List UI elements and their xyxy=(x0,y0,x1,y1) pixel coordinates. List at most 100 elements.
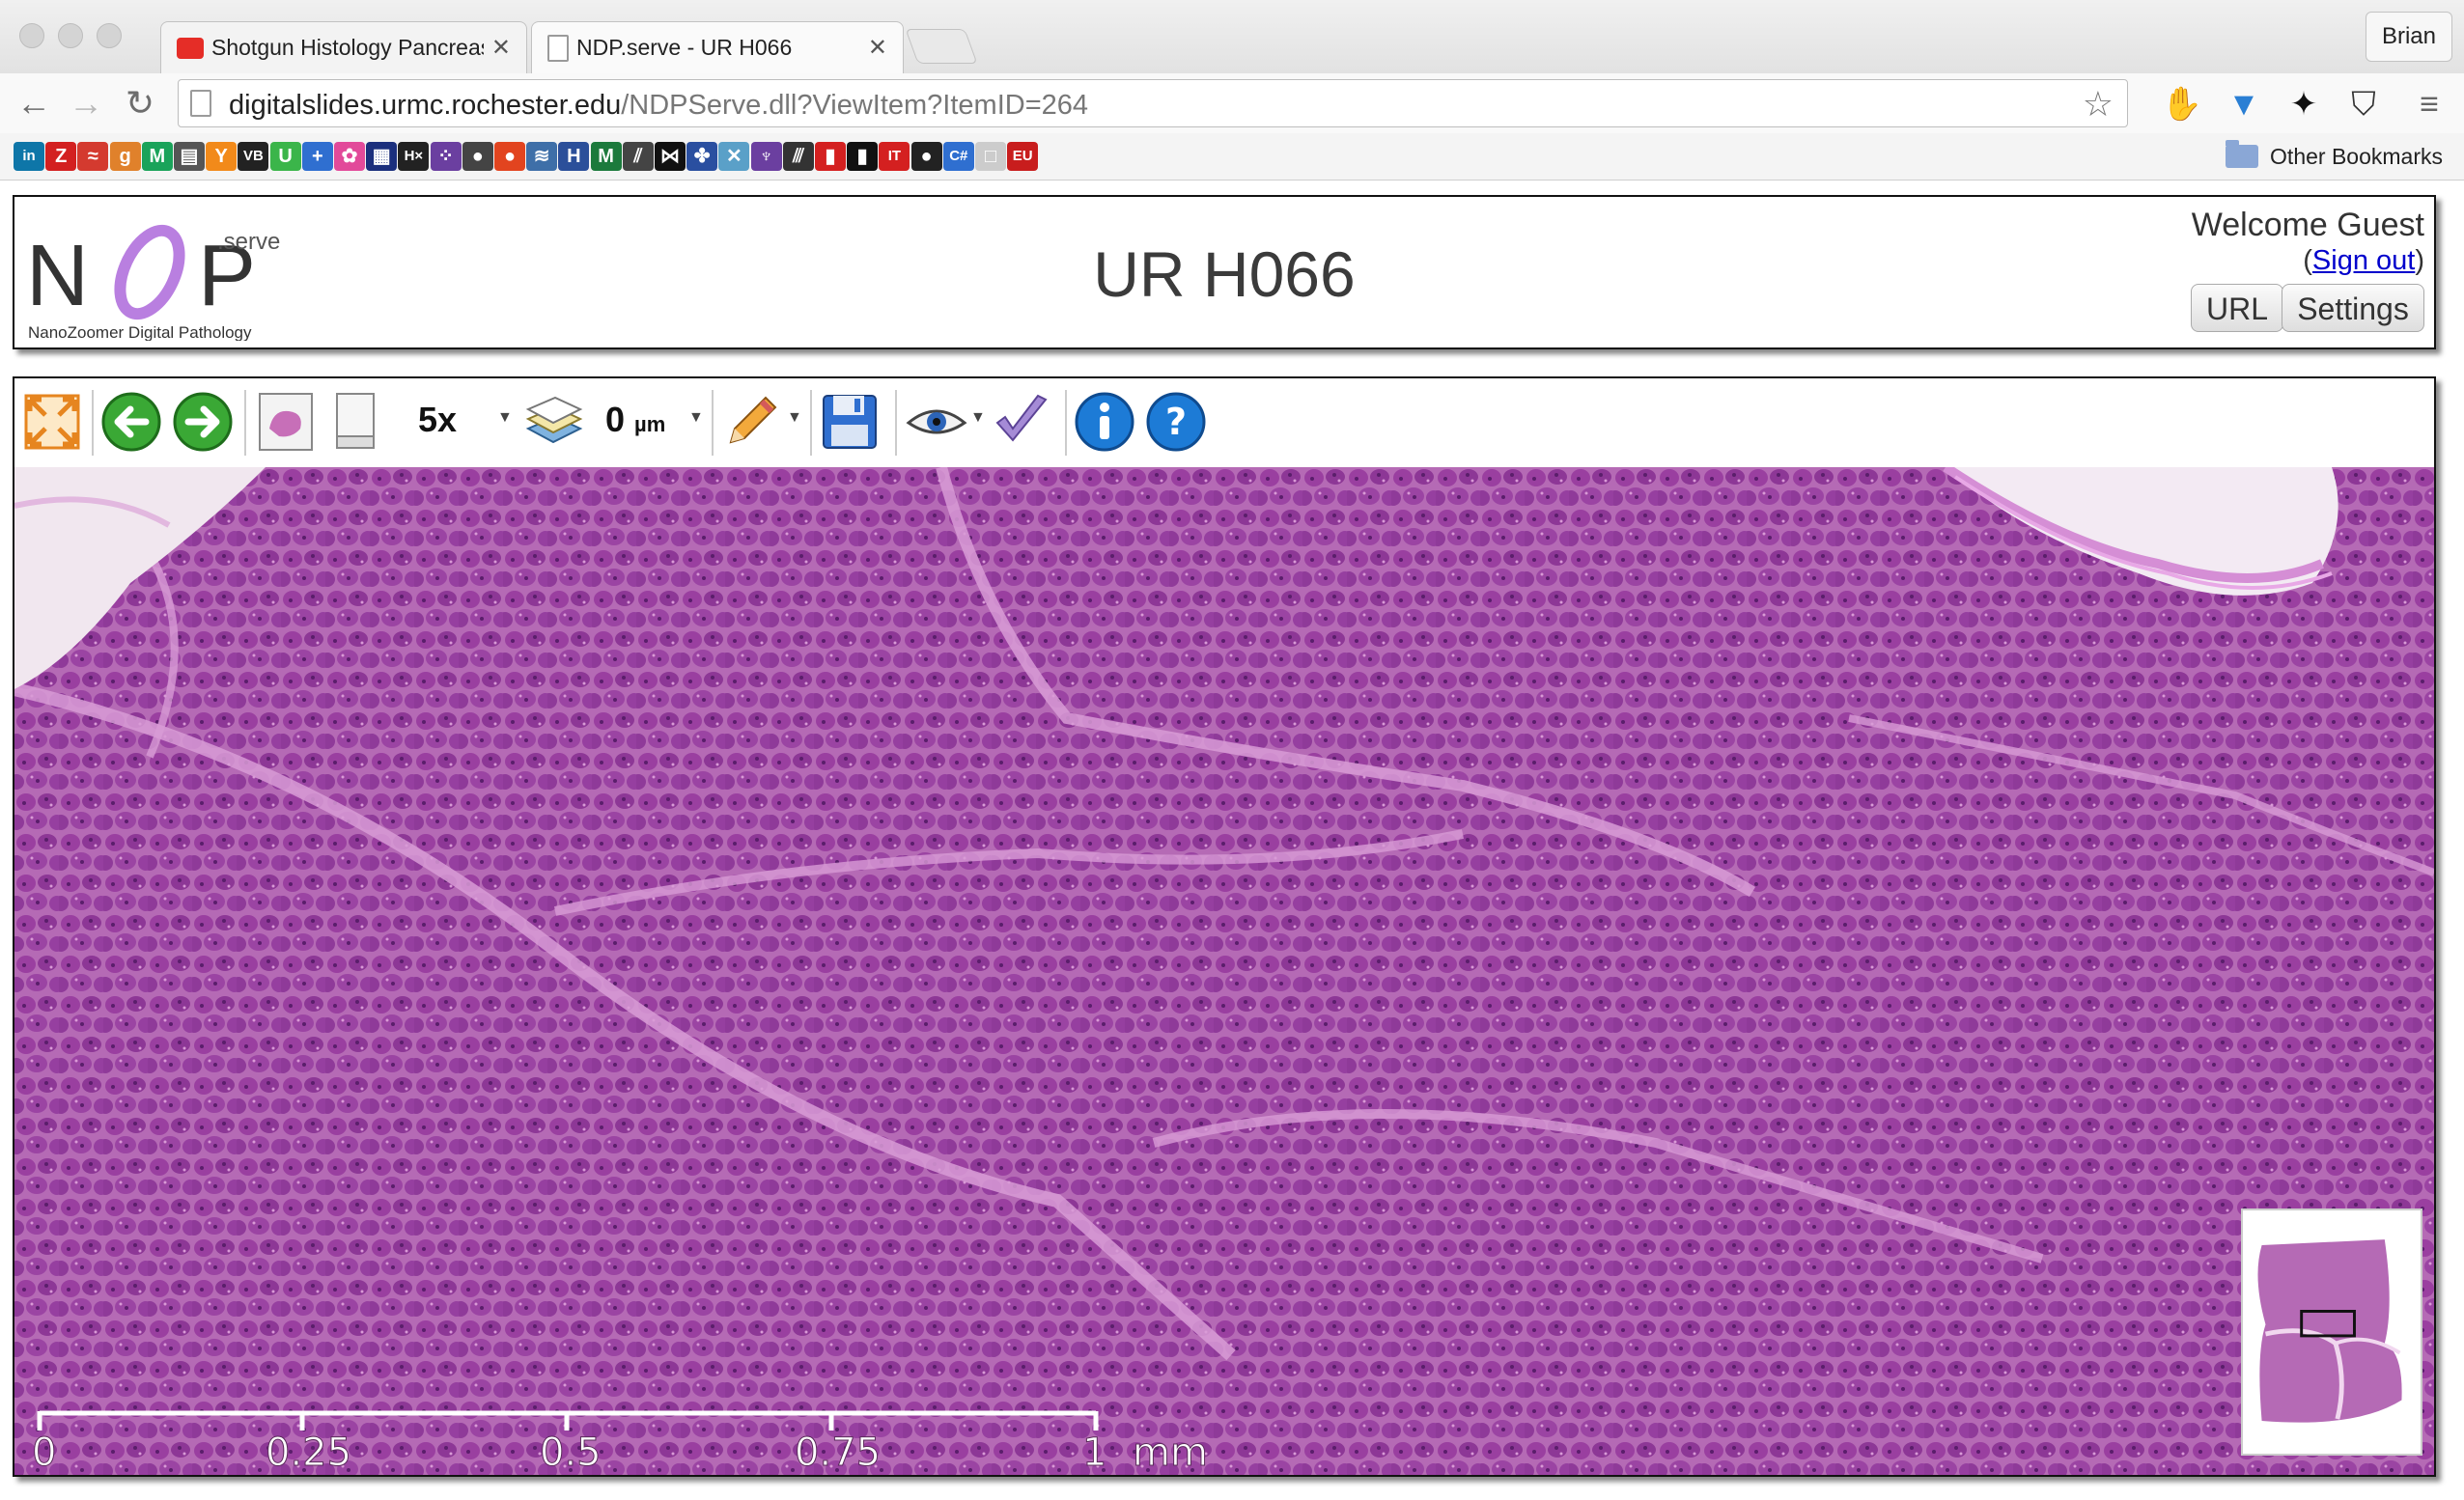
pocket-icon[interactable]: ⛉ xyxy=(2342,83,2385,125)
bookmark-favicon[interactable]: C# xyxy=(942,142,974,171)
bookmark-favicon[interactable]: □ xyxy=(975,142,1006,171)
page-header: N P .serve NanoZoomer Digital Pathology … xyxy=(13,195,2436,349)
reload-icon[interactable]: ↻ xyxy=(118,81,162,125)
welcome-text: Welcome Guest xyxy=(2191,207,2424,243)
profile-button[interactable]: Brian xyxy=(2365,12,2452,62)
slide-thumbnail-icon[interactable] xyxy=(254,390,318,454)
bookmark-favicon[interactable]: ≋ xyxy=(526,142,558,171)
toolbar-separator xyxy=(1065,390,1067,456)
scale-label: 0.25 xyxy=(266,1431,351,1475)
page-icon xyxy=(190,90,211,117)
close-window-button[interactable] xyxy=(19,23,44,48)
url-button[interactable]: URL xyxy=(2191,284,2283,332)
forward-arrow-icon[interactable] xyxy=(171,390,235,454)
slide-image[interactable] xyxy=(14,467,2434,1475)
bookmark-favicon[interactable]: H xyxy=(558,142,590,171)
bookmark-favicon[interactable]: ▮ xyxy=(847,142,879,171)
viewer-toolbar: 5x ▼ 0 µm ▼ ▼ ▼ ? xyxy=(14,378,2434,469)
annotation-dropdown-icon[interactable]: ▼ xyxy=(787,409,802,427)
maximize-window-button[interactable] xyxy=(97,23,122,48)
bookmark-favicon[interactable]: IT xyxy=(879,142,910,171)
help-icon[interactable]: ? xyxy=(1144,390,1208,454)
menu-icon[interactable]: ≡ xyxy=(2408,83,2450,125)
scale-unit: mm xyxy=(1133,1431,1208,1475)
bookmark-favicon[interactable]: ✤ xyxy=(686,142,718,171)
bookmark-favicon[interactable]: Y xyxy=(206,142,238,171)
magnification-value[interactable]: 5x xyxy=(418,400,457,440)
settings-button[interactable]: Settings xyxy=(2282,284,2424,332)
bookmark-favicon[interactable]: ⁘ xyxy=(430,142,462,171)
bookmark-favicon[interactable]: Z xyxy=(45,142,77,171)
youtube-icon xyxy=(177,37,204,59)
bookmark-favicon[interactable]: ⫽ xyxy=(622,142,654,171)
overview-navigator[interactable] xyxy=(2241,1208,2422,1456)
tab-youtube[interactable]: Shotgun Histology Pancreas ✕ xyxy=(160,21,527,73)
bookmark-favicon[interactable]: ● xyxy=(494,142,525,171)
bookmark-favicon[interactable]: ▦ xyxy=(366,142,398,171)
info-icon[interactable] xyxy=(1073,390,1136,454)
bookmark-favicon[interactable]: ✿ xyxy=(334,142,365,171)
bookmark-favicon[interactable]: in xyxy=(14,142,44,171)
scale-label: 0 xyxy=(34,1431,56,1475)
view-eye-icon[interactable] xyxy=(905,390,968,454)
other-bookmarks-label: Other Bookmarks xyxy=(2270,144,2443,169)
bookmark-favicon[interactable]: ● xyxy=(462,142,493,171)
slide-viewer: 5x ▼ 0 µm ▼ ▼ ▼ ? 0 0.25 0.5 0.75 1 mm xyxy=(13,376,2436,1477)
bookmark-favicon[interactable]: ⋈ xyxy=(655,142,686,171)
sign-out-link[interactable]: Sign out xyxy=(2312,245,2415,276)
slide-label-icon[interactable] xyxy=(323,390,387,454)
bookmark-favicon[interactable]: M xyxy=(590,142,622,171)
bookmark-star-icon[interactable]: ☆ xyxy=(2083,84,2114,125)
minimize-window-button[interactable] xyxy=(58,23,83,48)
bookmark-favicon[interactable]: M xyxy=(141,142,173,171)
focus-value[interactable]: 0 µm xyxy=(605,400,665,440)
bookmark-favicon[interactable]: VB xyxy=(238,142,269,171)
bookmark-favicon[interactable]: H× xyxy=(398,142,430,171)
tab-title: NDP.serve - UR H066 xyxy=(576,35,793,60)
toolbar-separator xyxy=(810,390,812,456)
tab-ndp-serve[interactable]: NDP.serve - UR H066 ✕ xyxy=(531,21,904,73)
page-title: UR H066 xyxy=(1093,238,1356,310)
close-icon[interactable]: ✕ xyxy=(868,34,887,62)
svg-text:?: ? xyxy=(1165,401,1187,443)
extension-icon[interactable]: ▼ xyxy=(2223,83,2265,125)
extension-icon[interactable]: ✦ xyxy=(2282,83,2325,125)
bookmarks-bar: in Z ≈ g M ▤ Y VB U + ✿ ▦ H× ⁘ ● ● ≋ H M ⫽ ⋈ ✤ ✕ ♆ ⫻ ▮ ▮ IT ● C# □ EU O… xyxy=(0,133,2464,181)
back-arrow-icon[interactable] xyxy=(99,390,163,454)
magnification-dropdown-icon[interactable]: ▼ xyxy=(497,409,513,427)
bookmark-favicon[interactable]: EU xyxy=(1007,142,1039,171)
sign-out-wrapper: (Sign out) xyxy=(2303,245,2424,276)
bookmark-favicon[interactable]: ● xyxy=(910,142,942,171)
bookmark-favicon[interactable]: ⫻ xyxy=(782,142,814,171)
bookmark-favicon[interactable]: + xyxy=(301,142,333,171)
adblock-icon[interactable]: ✋ xyxy=(2161,83,2203,125)
bookmark-favicon[interactable]: ✕ xyxy=(718,142,750,171)
back-icon[interactable]: ← xyxy=(12,81,56,125)
focus-layers-icon[interactable] xyxy=(522,390,586,454)
bookmark-favicon[interactable]: U xyxy=(269,142,301,171)
scale-label: 1 xyxy=(1082,1431,1106,1475)
save-icon[interactable] xyxy=(818,390,882,454)
address-bar[interactable]: digitalslides.urmc.rochester.edu/NDPServ… xyxy=(178,79,2128,127)
bookmark-favicon[interactable]: ▮ xyxy=(815,142,846,171)
view-dropdown-icon[interactable]: ▼ xyxy=(970,409,986,427)
new-tab-button[interactable] xyxy=(905,29,978,64)
scale-bar: 0 0.25 0.5 0.75 1 mm xyxy=(34,1410,1208,1475)
forward-icon[interactable]: → xyxy=(64,81,108,125)
focus-dropdown-icon[interactable]: ▼ xyxy=(688,409,704,427)
browser-title-bar: Shotgun Histology Pancreas ✕ NDP.serve -… xyxy=(0,0,2464,74)
bookmark-favicon[interactable]: ≈ xyxy=(77,142,109,171)
toolbar-separator xyxy=(712,390,714,456)
bookmark-favicon[interactable]: ♆ xyxy=(750,142,782,171)
fit-to-screen-icon[interactable] xyxy=(20,390,84,454)
address-text[interactable]: digitalslides.urmc.rochester.edu/NDPServ… xyxy=(229,90,1088,122)
toolbar-separator xyxy=(244,390,246,456)
checkmark-icon[interactable] xyxy=(990,390,1053,454)
annotation-pencil-icon[interactable] xyxy=(719,390,783,454)
folder-icon xyxy=(2226,140,2259,168)
bookmark-favicon[interactable]: ▤ xyxy=(174,142,205,171)
other-bookmarks-folder[interactable]: Other Bookmarks xyxy=(2226,140,2443,172)
close-icon[interactable]: ✕ xyxy=(491,34,511,62)
bookmark-favicon[interactable]: g xyxy=(109,142,141,171)
scale-label: 0.75 xyxy=(795,1431,881,1475)
